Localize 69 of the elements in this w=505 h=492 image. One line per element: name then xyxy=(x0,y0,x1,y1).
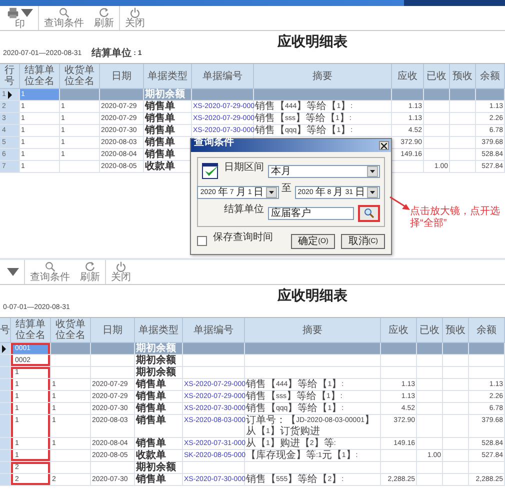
caret-icon xyxy=(7,266,19,278)
column-header: 预收 xyxy=(450,64,476,89)
refresh-icon xyxy=(98,7,110,18)
refresh-icon xyxy=(84,261,96,272)
table-cell: 销售单 xyxy=(135,438,183,449)
report-title: 应收明细表 xyxy=(278,287,348,304)
search-icon xyxy=(58,7,70,18)
column-header: 已收 xyxy=(417,318,443,343)
column-header: 收货单位全名 xyxy=(60,64,100,89)
table-cell: 销售单 xyxy=(135,403,183,414)
checkbox[interactable] xyxy=(197,236,207,246)
column-header: 单据类型 xyxy=(135,318,183,343)
input-field[interactable]: 应届客户 xyxy=(268,206,354,220)
column-header: 日期 xyxy=(100,64,144,89)
close-button[interactable]: 关闭 xyxy=(120,6,150,30)
period-select[interactable]: 本月 xyxy=(268,164,380,178)
column-header: 预收 xyxy=(443,318,469,343)
column-header: 日期 xyxy=(91,318,135,343)
printer-icon xyxy=(7,7,19,19)
arrow xyxy=(389,196,411,212)
query-button[interactable]: 查询条件 xyxy=(39,6,89,30)
checkbox-label: 保存查询时间 xyxy=(213,232,274,245)
table-cell: 销售单 xyxy=(135,474,183,485)
column-header: 号 xyxy=(0,318,11,343)
query-button[interactable]: 查询条件 xyxy=(25,260,75,284)
dialog-title: 查询条件 xyxy=(194,136,234,150)
field-label: 日期区间 xyxy=(224,162,264,175)
refresh-button[interactable]: 刷新 xyxy=(75,260,106,284)
table-cell: 销售单 xyxy=(144,125,192,136)
column-header: 结算单位全名 xyxy=(20,64,60,89)
table-cell: 销售单 xyxy=(135,379,183,390)
range-separator: 至 xyxy=(282,183,292,196)
close-button[interactable]: 关闭 xyxy=(106,260,136,284)
table-cell: 期初余额 xyxy=(135,355,183,366)
column-header: 余额 xyxy=(476,64,505,89)
field-label: 结算单位 xyxy=(224,204,264,217)
magnifier-icon xyxy=(364,208,374,218)
power-icon xyxy=(129,7,141,18)
column-header: 摘要 xyxy=(245,318,381,343)
column-header: 应收 xyxy=(381,318,417,343)
column-header: 摘要 xyxy=(254,64,392,89)
column-header: 已收 xyxy=(424,64,450,89)
column-header: 收货单位全名 xyxy=(51,318,91,343)
search-icon xyxy=(44,261,56,272)
table-cell: 期初余额 xyxy=(135,367,183,378)
close-button[interactable] xyxy=(379,141,389,150)
print-button[interactable]: 印 xyxy=(2,6,39,30)
column-header: 单据编号 xyxy=(183,318,245,343)
table-cell: 期初余额 xyxy=(144,89,192,100)
table-cell: 期初余额 xyxy=(135,462,183,473)
table-cell: 收款单 xyxy=(135,450,183,461)
table-cell: 销售单 xyxy=(144,101,192,112)
column-header: 单据编号 xyxy=(192,64,254,89)
column-header: 结算单位全名 xyxy=(11,318,51,343)
close-icon xyxy=(381,142,387,148)
report-title: 应收明细表 xyxy=(278,33,348,50)
column-header: 余额 xyxy=(469,318,505,343)
checkmark-icon xyxy=(202,163,220,179)
power-icon xyxy=(115,261,127,272)
table-cell: 销售单 xyxy=(135,391,183,402)
lookup-button[interactable] xyxy=(358,204,380,222)
column-header: 应收 xyxy=(392,64,424,89)
table-cell: 销售单 xyxy=(135,415,183,437)
column-header: 行号 xyxy=(0,64,20,89)
annotation-text: 点击放大镜，点开选择“全部” xyxy=(410,206,501,230)
table-cell: 销售单 xyxy=(144,113,192,124)
table-cell: 期初余额 xyxy=(135,343,183,354)
column-header: 单据类型 xyxy=(144,64,192,89)
refresh-button[interactable]: 刷新 xyxy=(89,6,120,30)
